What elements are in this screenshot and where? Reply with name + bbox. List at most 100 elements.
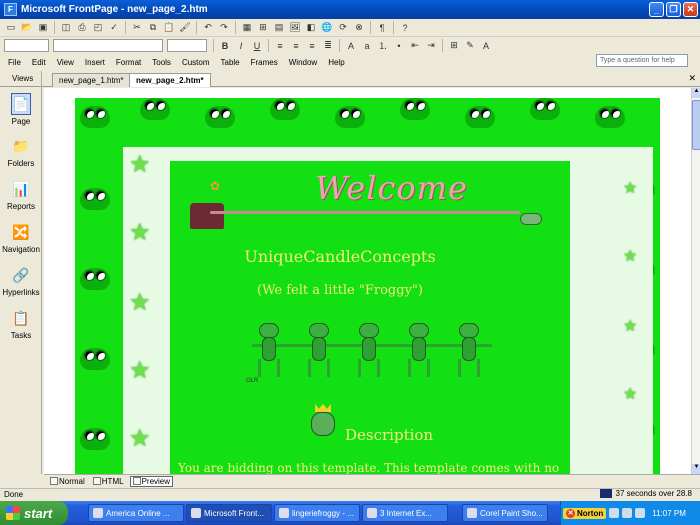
- copy-icon[interactable]: ⧉: [146, 21, 160, 35]
- tab-new-page-1[interactable]: new_page_1.htm*: [52, 73, 131, 87]
- menu-view[interactable]: View: [57, 58, 74, 67]
- restore-button[interactable]: ❐: [666, 2, 681, 17]
- status-text: Done: [4, 490, 24, 499]
- font-dropdown[interactable]: [53, 39, 163, 52]
- frog-pattern-icon: [270, 98, 300, 120]
- menu-tools[interactable]: Tools: [152, 58, 171, 67]
- menu-frames[interactable]: Frames: [251, 58, 278, 67]
- undo-icon[interactable]: ↶: [201, 21, 215, 35]
- increase-font-icon[interactable]: A: [344, 39, 358, 53]
- page-preview-canvas[interactable]: ★ ★ ★ ★ ★ ★ ★ ★ ★ ✿ Welcome UniqueCandle…: [44, 88, 691, 474]
- task-microsoft-frontpage[interactable]: Microsoft Front...: [186, 504, 272, 522]
- start-button[interactable]: start: [0, 501, 68, 525]
- stop-icon[interactable]: ⊗: [352, 21, 366, 35]
- insert-layer-icon[interactable]: ▤: [272, 21, 286, 35]
- tray-volume-icon[interactable]: [622, 508, 633, 518]
- align-right-icon[interactable]: ≡: [305, 39, 319, 53]
- font-size-dropdown[interactable]: [167, 39, 207, 52]
- status-bar: Done: [0, 488, 700, 500]
- font-color-icon[interactable]: A: [479, 39, 493, 53]
- view-navigation[interactable]: 🔀 Navigation: [0, 221, 42, 255]
- menu-help[interactable]: Help: [328, 58, 344, 67]
- insert-picture-icon[interactable]: 🖼: [288, 21, 302, 35]
- insert-table-icon[interactable]: ⊞: [256, 21, 270, 35]
- tab-new-page-2[interactable]: new_page_2.htm*: [129, 73, 211, 87]
- tray-network-icon[interactable]: [609, 508, 620, 518]
- drawing-icon[interactable]: ◧: [304, 21, 318, 35]
- menu-insert[interactable]: Insert: [85, 58, 105, 67]
- bold-button[interactable]: B: [218, 39, 232, 53]
- tab-normal[interactable]: Normal: [48, 477, 87, 486]
- format-painter-icon[interactable]: 🖌: [178, 21, 192, 35]
- task-america-online[interactable]: America Online ...: [88, 504, 184, 522]
- menu-format[interactable]: Format: [116, 58, 141, 67]
- view-folders[interactable]: 📁 Folders: [0, 135, 42, 169]
- refresh-icon[interactable]: ⟳: [336, 21, 350, 35]
- menu-file[interactable]: File: [8, 58, 21, 67]
- help-search-input[interactable]: Type a question for help: [596, 54, 688, 67]
- close-tab-icon[interactable]: ✕: [688, 73, 696, 84]
- view-tasks[interactable]: 📋 Tasks: [0, 307, 42, 341]
- norton-tray-button[interactable]: ✕ Norton: [563, 507, 607, 519]
- vine-graphic: [210, 211, 520, 214]
- aol-icon: [93, 508, 103, 518]
- star-icon: ★: [129, 151, 151, 178]
- style-dropdown[interactable]: [4, 39, 49, 52]
- scroll-up-icon[interactable]: ▲: [692, 88, 700, 98]
- publish-icon[interactable]: ◫: [59, 21, 73, 35]
- align-center-icon[interactable]: ≡: [289, 39, 303, 53]
- spelling-icon[interactable]: ✓: [107, 21, 121, 35]
- formatting-toolbar: B I U ≡ ≡ ≡ ≣ A a ⒈ • ⇤ ⇥ ⊞ ✎ A: [0, 37, 700, 54]
- normal-view-icon: [50, 477, 58, 485]
- tab-html[interactable]: HTML: [91, 477, 126, 486]
- print-icon[interactable]: ⎙: [75, 21, 89, 35]
- frog-pattern-icon: [335, 106, 365, 128]
- menu-custom[interactable]: Custom: [182, 58, 210, 67]
- vertical-scrollbar[interactable]: ▲ ▼: [691, 88, 700, 474]
- norton-icon: ✕: [566, 508, 575, 518]
- minimize-button[interactable]: _: [649, 2, 664, 17]
- menu-table[interactable]: Table: [221, 58, 240, 67]
- scroll-thumb[interactable]: [692, 100, 700, 150]
- justify-icon[interactable]: ≣: [321, 39, 335, 53]
- butterfly-icon: ✿: [210, 179, 221, 193]
- show-all-icon[interactable]: ¶: [375, 21, 389, 35]
- hyperlink-icon[interactable]: 🌐: [320, 21, 334, 35]
- web-component-icon[interactable]: ▦: [240, 21, 254, 35]
- view-hyperlinks[interactable]: 🔗 Hyperlinks: [0, 264, 42, 298]
- bullets-icon[interactable]: •: [392, 39, 406, 53]
- save-icon[interactable]: ▣: [36, 21, 50, 35]
- close-button[interactable]: ✕: [683, 2, 698, 17]
- highlight-icon[interactable]: ✎: [463, 39, 477, 53]
- menu-edit[interactable]: Edit: [32, 58, 46, 67]
- help-icon[interactable]: ?: [398, 21, 412, 35]
- task-corel-paint-shop[interactable]: Corel Paint Sho...: [462, 504, 548, 522]
- decrease-font-icon[interactable]: a: [360, 39, 374, 53]
- numbering-icon[interactable]: ⒈: [376, 39, 390, 53]
- tray-security-icon[interactable]: [635, 508, 646, 518]
- welcome-banner: Welcome: [315, 169, 468, 207]
- menu-window[interactable]: Window: [289, 58, 317, 67]
- redo-icon[interactable]: ↷: [217, 21, 231, 35]
- frontpage-app-icon[interactable]: F: [4, 3, 17, 16]
- dancing-frog-icon: [352, 323, 386, 379]
- align-left-icon[interactable]: ≡: [273, 39, 287, 53]
- new-page-icon[interactable]: ▭: [4, 21, 18, 35]
- italic-button[interactable]: I: [234, 39, 248, 53]
- decrease-indent-icon[interactable]: ⇤: [408, 39, 422, 53]
- tab-preview[interactable]: Preview: [129, 475, 174, 487]
- view-page[interactable]: 📄 Page: [0, 93, 42, 126]
- description-heading: Description: [345, 426, 434, 444]
- scroll-down-icon[interactable]: ▼: [692, 464, 700, 474]
- open-folder-icon[interactable]: 📂: [20, 21, 34, 35]
- borders-icon[interactable]: ⊞: [447, 39, 461, 53]
- view-reports[interactable]: 📊 Reports: [0, 178, 42, 212]
- task-internet-explorer[interactable]: 3 Internet Ex...: [362, 504, 448, 522]
- task-lingeriefroggy[interactable]: lingeriefroggy - ...: [274, 504, 360, 522]
- underline-button[interactable]: U: [250, 39, 264, 53]
- paste-icon[interactable]: 📋: [162, 21, 176, 35]
- tree-stump-graphic: [190, 203, 224, 229]
- cut-icon[interactable]: ✂: [130, 21, 144, 35]
- increase-indent-icon[interactable]: ⇥: [424, 39, 438, 53]
- preview-icon[interactable]: ◰: [91, 21, 105, 35]
